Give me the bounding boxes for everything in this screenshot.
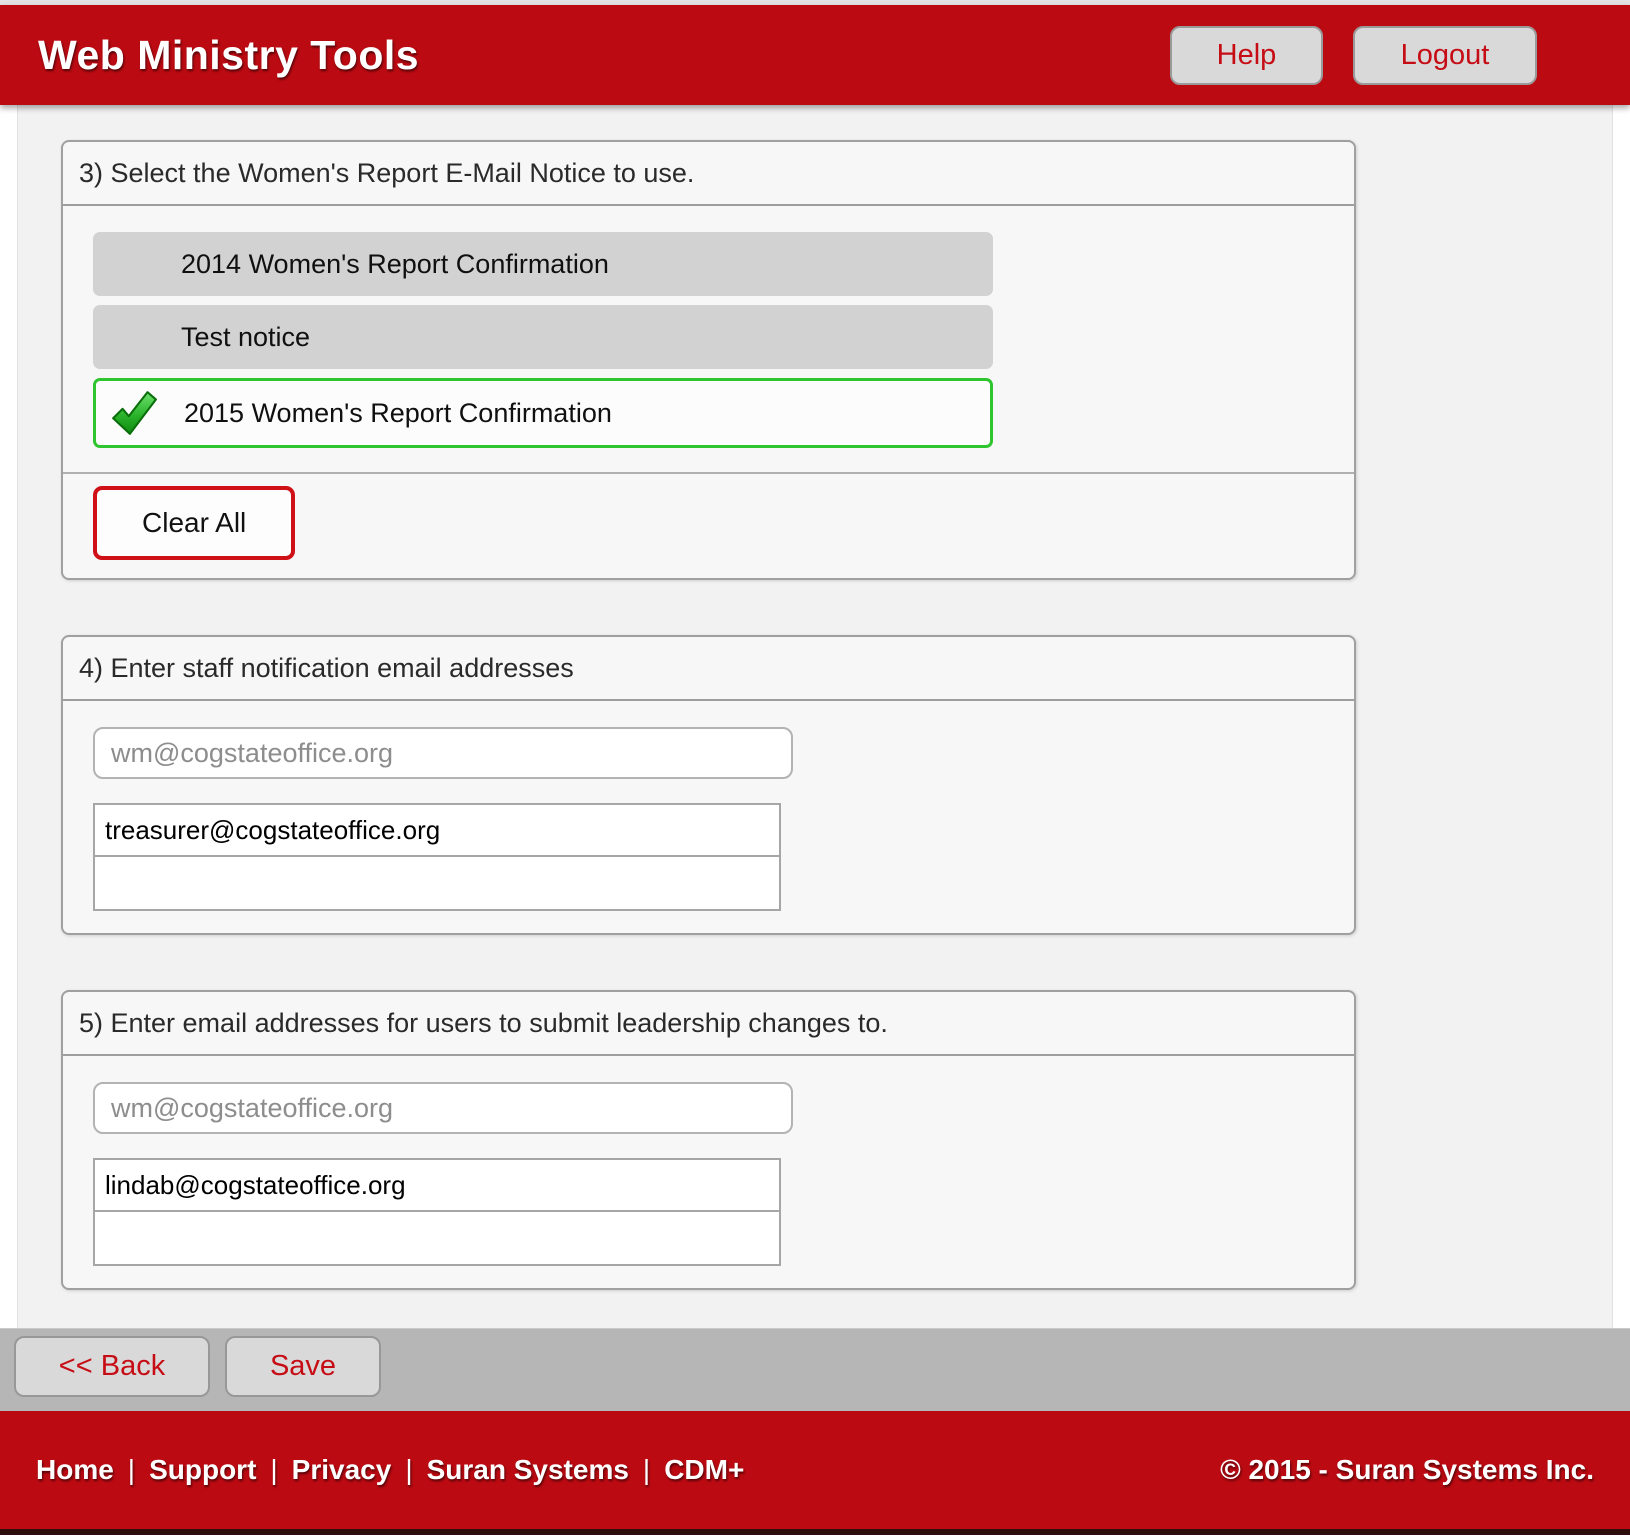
notice-option-label: 2015 Women's Report Confirmation bbox=[184, 398, 612, 429]
check-icon bbox=[109, 390, 159, 436]
notice-option-2014[interactable]: 2014 Women's Report Confirmation bbox=[93, 232, 993, 296]
footer-link-suran-systems[interactable]: Suran Systems bbox=[427, 1454, 629, 1486]
app-title: Web Ministry Tools bbox=[38, 32, 419, 79]
footer-links: Home | Support | Privacy | Suran Systems… bbox=[36, 1454, 744, 1486]
header-buttons: Help Logout bbox=[1170, 26, 1537, 85]
leadership-email-row-empty[interactable] bbox=[95, 1212, 779, 1264]
notice-section-footer: Clear All bbox=[63, 474, 1354, 578]
staff-section-heading: 4) Enter staff notification email addres… bbox=[63, 637, 1354, 701]
app-header: Web Ministry Tools Help Logout bbox=[0, 5, 1630, 105]
action-bar: << Back Save bbox=[0, 1328, 1630, 1411]
footer-link-support[interactable]: Support bbox=[149, 1454, 256, 1486]
notice-option-test[interactable]: Test notice bbox=[93, 305, 993, 369]
staff-email-input[interactable] bbox=[93, 727, 793, 779]
notice-option-label: 2014 Women's Report Confirmation bbox=[181, 249, 609, 280]
logout-button[interactable]: Logout bbox=[1353, 26, 1537, 85]
staff-email-section: 4) Enter staff notification email addres… bbox=[61, 635, 1356, 935]
notice-option-2015-selected[interactable]: 2015 Women's Report Confirmation bbox=[93, 378, 993, 448]
footer-separator: | bbox=[643, 1454, 650, 1486]
footer-separator: | bbox=[128, 1454, 135, 1486]
leadership-email-section: 5) Enter email addresses for users to su… bbox=[61, 990, 1356, 1290]
leadership-section-heading: 5) Enter email addresses for users to su… bbox=[63, 992, 1354, 1056]
notice-options-list: 2014 Women's Report Confirmation Test no… bbox=[63, 206, 1354, 448]
footer-link-cdm-plus[interactable]: CDM+ bbox=[664, 1454, 744, 1486]
staff-email-body: treasurer@cogstateoffice.org bbox=[63, 701, 1354, 933]
copyright-text: © 2015 - Suran Systems Inc. bbox=[1220, 1454, 1594, 1486]
leadership-email-body: lindab@cogstateoffice.org bbox=[63, 1056, 1354, 1288]
save-button[interactable]: Save bbox=[225, 1336, 381, 1397]
app-footer: Home | Support | Privacy | Suran Systems… bbox=[0, 1411, 1630, 1535]
leadership-email-input[interactable] bbox=[93, 1082, 793, 1134]
staff-email-list: treasurer@cogstateoffice.org bbox=[93, 803, 781, 911]
main-content: 3) Select the Women's Report E-Mail Noti… bbox=[17, 105, 1613, 1328]
staff-email-row-empty[interactable] bbox=[95, 857, 779, 909]
leadership-email-list: lindab@cogstateoffice.org bbox=[93, 1158, 781, 1266]
staff-email-row[interactable]: treasurer@cogstateoffice.org bbox=[95, 805, 779, 857]
footer-separator: | bbox=[405, 1454, 412, 1486]
help-button[interactable]: Help bbox=[1170, 26, 1323, 85]
footer-link-home[interactable]: Home bbox=[36, 1454, 114, 1486]
leadership-email-row[interactable]: lindab@cogstateoffice.org bbox=[95, 1160, 779, 1212]
notice-option-label: Test notice bbox=[181, 322, 310, 353]
footer-link-privacy[interactable]: Privacy bbox=[292, 1454, 392, 1486]
notice-select-section: 3) Select the Women's Report E-Mail Noti… bbox=[61, 140, 1356, 580]
notice-section-heading: 3) Select the Women's Report E-Mail Noti… bbox=[63, 142, 1354, 206]
clear-all-button[interactable]: Clear All bbox=[93, 486, 295, 560]
back-button[interactable]: << Back bbox=[14, 1336, 210, 1397]
footer-separator: | bbox=[270, 1454, 277, 1486]
